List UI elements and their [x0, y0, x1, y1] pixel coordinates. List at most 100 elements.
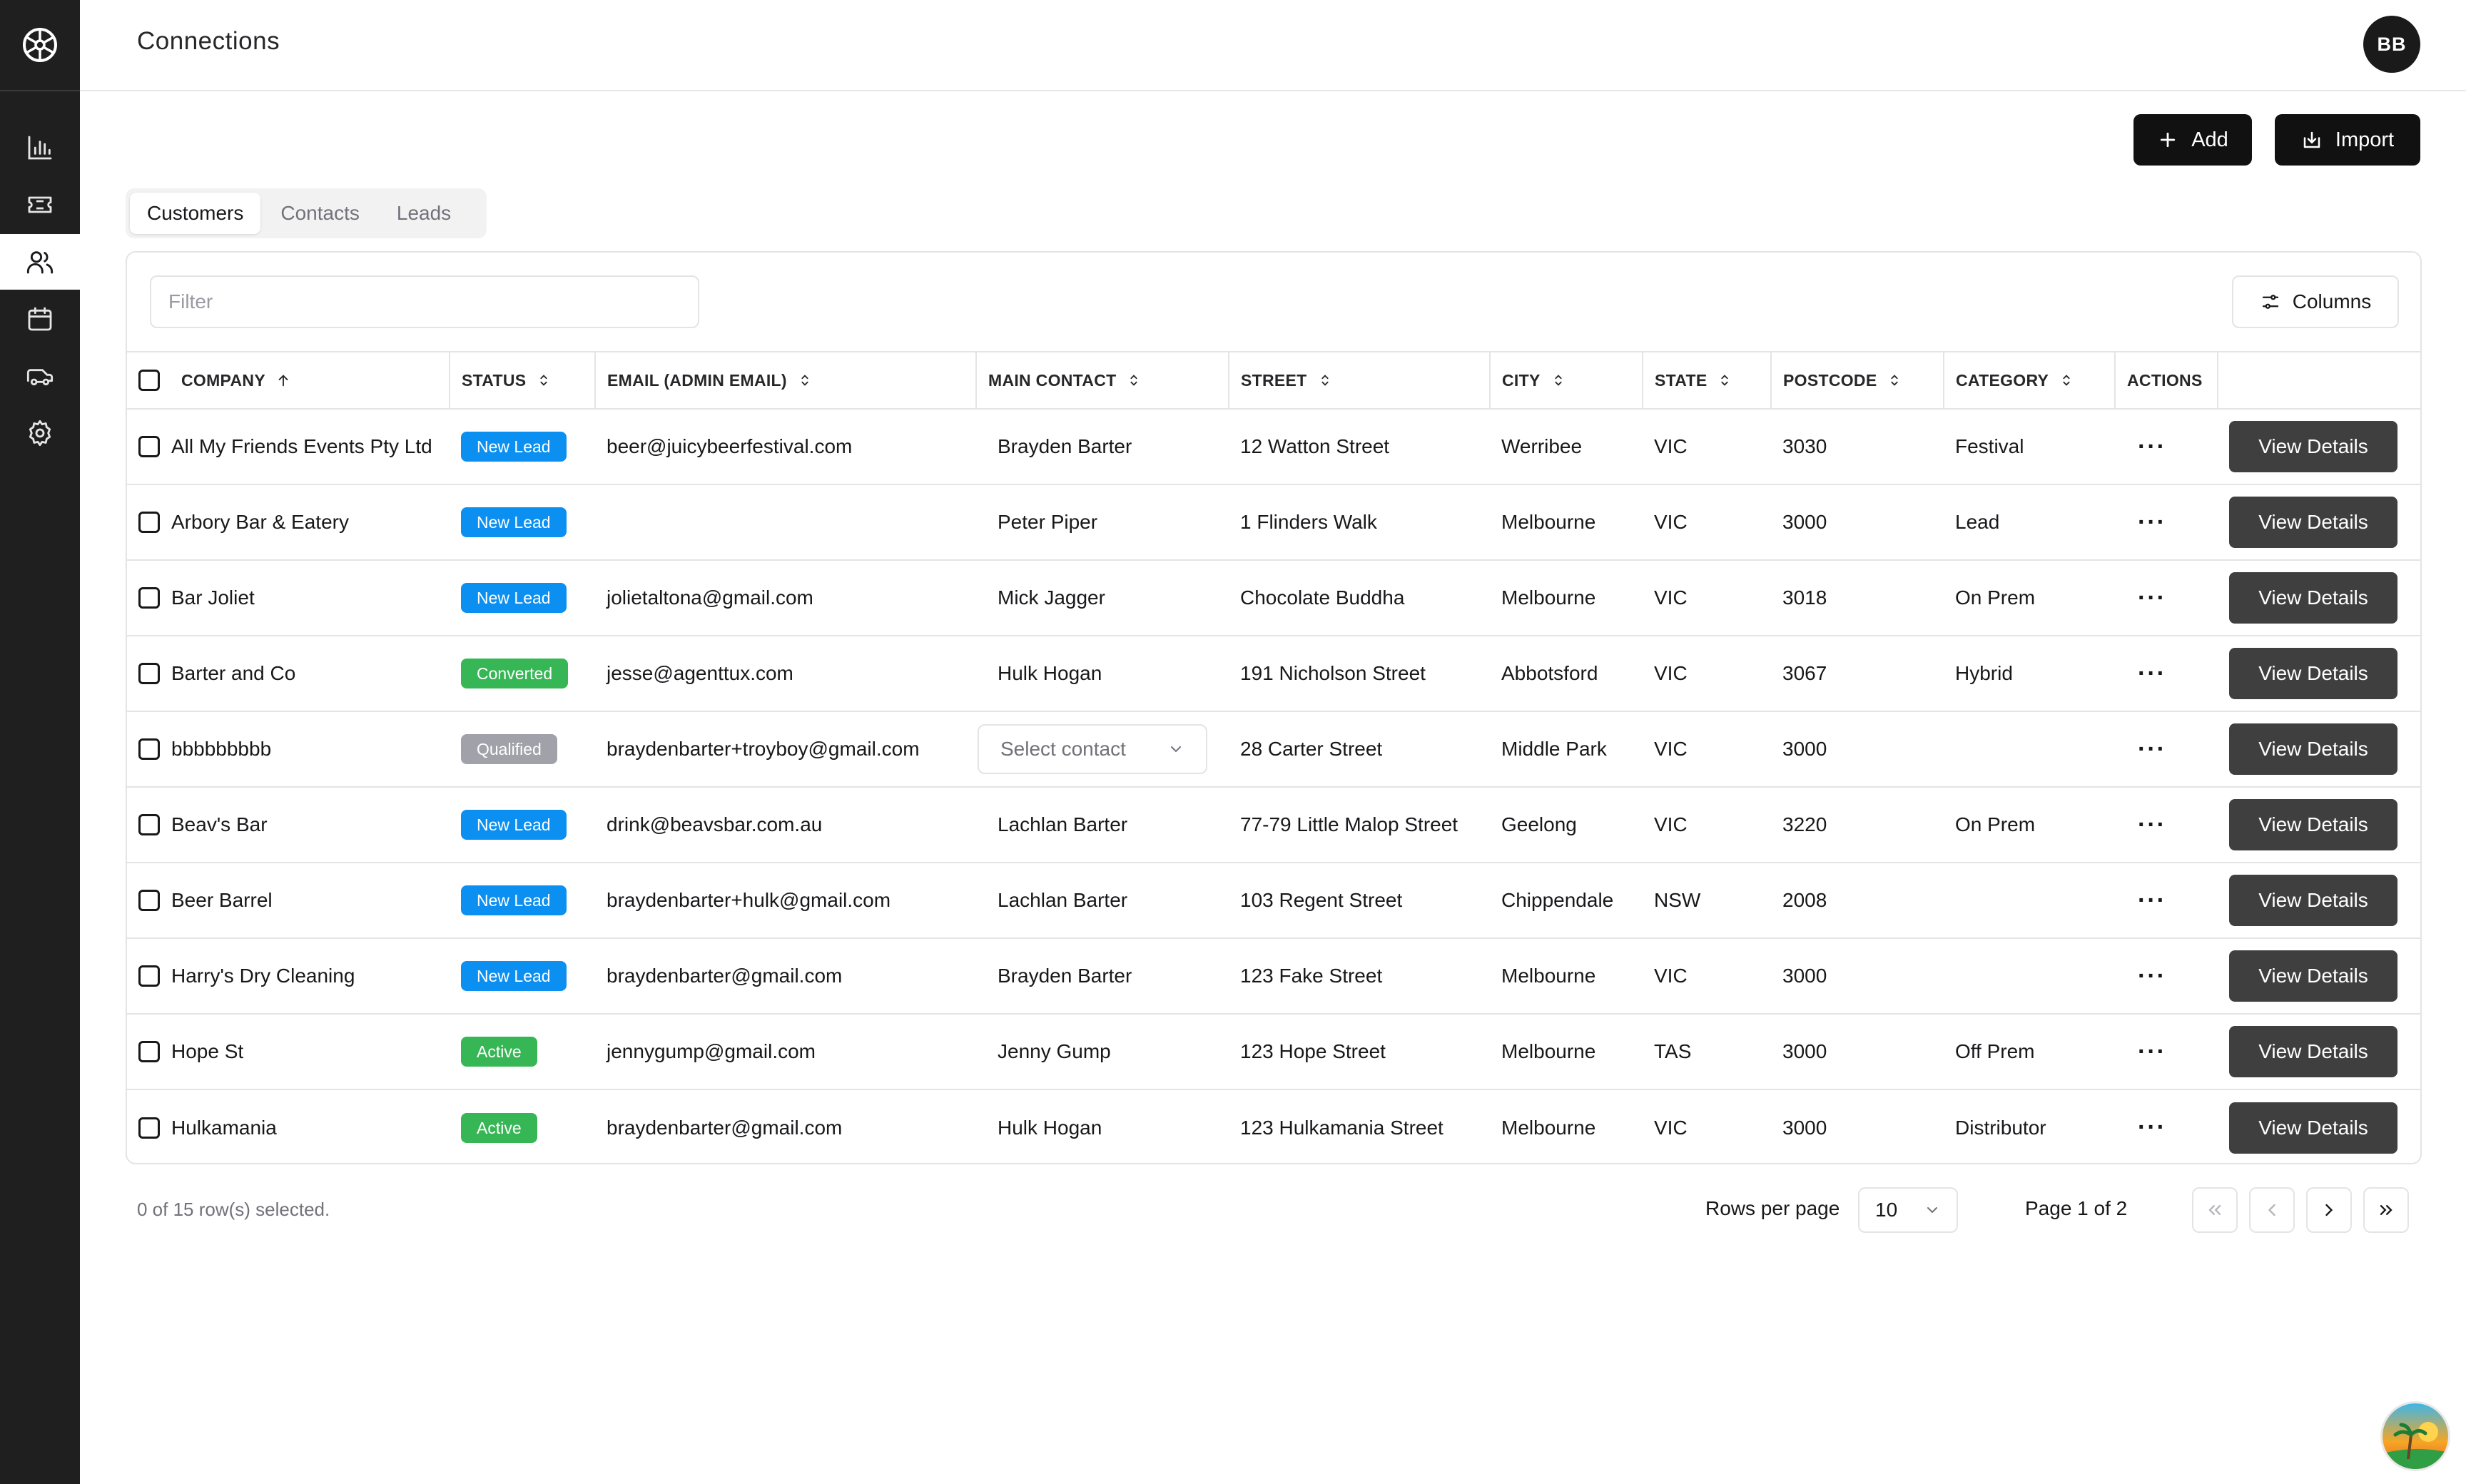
more-actions-icon[interactable]: ···	[2126, 509, 2166, 536]
view-details-button[interactable]: View Details	[2229, 799, 2398, 850]
view-details-button[interactable]: View Details	[2229, 421, 2398, 472]
select-contact-dropdown[interactable]: Select contact	[978, 724, 1207, 774]
category-cell: Lead	[1944, 484, 2115, 561]
more-actions-icon[interactable]: ···	[2126, 736, 2166, 763]
row-checkbox[interactable]	[138, 512, 160, 533]
sidebar-item-connections[interactable]	[0, 234, 80, 290]
row-checkbox[interactable]	[138, 436, 160, 457]
first-page-button[interactable]	[2192, 1187, 2238, 1233]
category-cell: On Prem	[1944, 787, 2115, 863]
more-actions-icon[interactable]: ···	[2126, 1114, 2166, 1141]
category-text: Hybrid	[1955, 662, 2013, 684]
table-row[interactable]: Arbory Bar & Eatery New Lead Peter Piper…	[127, 484, 2420, 561]
view-details-button[interactable]: View Details	[2229, 1026, 2398, 1077]
column-header-city[interactable]: CITY	[1490, 351, 1643, 410]
table-row[interactable]: Beer Barrel New Lead braydenbarter+hulk@…	[127, 863, 2420, 939]
column-header-main-contact[interactable]: MAIN CONTACT	[976, 351, 1229, 410]
row-checkbox[interactable]	[138, 1117, 160, 1139]
row-checkbox[interactable]	[138, 965, 160, 987]
street-cell: Chocolate Buddha	[1229, 560, 1490, 636]
column-header-street[interactable]: STREET	[1229, 351, 1491, 410]
next-page-button[interactable]	[2306, 1187, 2352, 1233]
table-row[interactable]: bbbbbbbbb Qualified braydenbarter+troybo…	[127, 711, 2420, 788]
table-row[interactable]: Hope St Active jennygump@gmail.com Jenny…	[127, 1014, 2420, 1090]
row-checkbox[interactable]	[138, 738, 160, 760]
company-cell: Harry's Dry Cleaning	[127, 938, 450, 1015]
view-details-button[interactable]: View Details	[2229, 875, 2398, 926]
view-details-button[interactable]: View Details	[2229, 648, 2398, 699]
row-checkbox[interactable]	[138, 663, 160, 684]
logo[interactable]	[0, 0, 80, 91]
city-text: Abbotsford	[1501, 662, 1598, 684]
row-checkbox[interactable]	[138, 587, 160, 609]
tab-contacts[interactable]: Contacts	[263, 193, 377, 234]
sidebar-item-delivery[interactable]	[0, 348, 80, 404]
main-contact-cell: Hulk Hogan	[976, 1089, 1229, 1163]
import-button[interactable]: Import	[2275, 114, 2420, 166]
tab-leads[interactable]: Leads	[380, 193, 468, 234]
table-row[interactable]: Barter and Co Converted jesse@agenttux.c…	[127, 636, 2420, 712]
more-actions-icon[interactable]: ···	[2126, 887, 2166, 914]
company-name: Bar Joliet	[171, 586, 255, 609]
add-button[interactable]: Add	[2133, 114, 2252, 166]
actions-cell: ···	[2115, 1089, 2218, 1163]
more-actions-icon[interactable]: ···	[2126, 962, 2166, 990]
avatar[interactable]: BB	[2363, 16, 2420, 73]
column-header-company[interactable]: COMPANY	[127, 351, 450, 410]
view-details-button[interactable]: View Details	[2229, 497, 2398, 548]
previous-page-button[interactable]	[2249, 1187, 2295, 1233]
column-header-email[interactable]: EMAIL (ADMIN EMAIL)	[595, 351, 977, 410]
street-cell: 123 Fake Street	[1229, 938, 1490, 1015]
company-name: Beer Barrel	[171, 889, 273, 911]
table-row[interactable]: Hulkamania Active braydenbarter@gmail.co…	[127, 1089, 2420, 1163]
assistant-launcher[interactable]	[2380, 1401, 2450, 1471]
column-header-status[interactable]: STATUS	[450, 351, 596, 410]
postcode-cell: 3000	[1771, 1014, 1944, 1090]
table-row[interactable]: Bar Joliet New Lead jolietaltona@gmail.c…	[127, 560, 2420, 636]
state-cell: VIC	[1643, 560, 1771, 636]
view-details-button[interactable]: View Details	[2229, 950, 2398, 1002]
more-actions-icon[interactable]: ···	[2126, 584, 2166, 611]
more-actions-icon[interactable]: ···	[2126, 433, 2166, 460]
more-actions-icon[interactable]: ···	[2126, 1038, 2166, 1065]
row-checkbox[interactable]	[138, 814, 160, 835]
view-details-button[interactable]: View Details	[2229, 723, 2398, 775]
more-actions-icon[interactable]: ···	[2126, 660, 2166, 687]
sidebar-item-tickets[interactable]	[0, 177, 80, 233]
table-row[interactable]: All My Friends Events Pty Ltd New Lead b…	[127, 409, 2420, 485]
sidebar-item-settings[interactable]	[0, 405, 80, 461]
sort-icon	[801, 375, 808, 386]
rows-per-page-select[interactable]: 10	[1858, 1187, 1958, 1233]
view-cell: View Details	[2218, 938, 2420, 1015]
main-contact-cell: Brayden Barter	[976, 409, 1229, 485]
tab-customers[interactable]: Customers	[130, 193, 261, 234]
email-text: jolietaltona@gmail.com	[607, 586, 813, 609]
view-details-button[interactable]: View Details	[2229, 572, 2398, 624]
street-cell: 123 Hope Street	[1229, 1014, 1490, 1090]
last-page-button[interactable]	[2363, 1187, 2409, 1233]
city-cell: Melbourne	[1490, 938, 1643, 1015]
sidebar-item-analytics[interactable]	[0, 120, 80, 176]
state-text: VIC	[1654, 586, 1688, 609]
more-actions-icon[interactable]: ···	[2126, 811, 2166, 838]
email-cell: braydenbarter+hulk@gmail.com	[595, 863, 976, 939]
company-cell: Arbory Bar & Eatery	[127, 484, 450, 561]
column-header-postcode[interactable]: POSTCODE	[1771, 351, 1944, 410]
table-row[interactable]: Harry's Dry Cleaning New Lead braydenbar…	[127, 938, 2420, 1015]
select-all-checkbox[interactable]	[138, 370, 160, 391]
table-row[interactable]: Beav's Bar New Lead drink@beavsbar.com.a…	[127, 787, 2420, 863]
view-details-button[interactable]: View Details	[2229, 1102, 2398, 1154]
row-checkbox[interactable]	[138, 890, 160, 911]
email-cell	[595, 484, 976, 561]
calendar-icon	[28, 307, 52, 331]
sidebar-item-calendar[interactable]	[0, 291, 80, 347]
column-header-state[interactable]: STATE	[1643, 351, 1772, 410]
row-checkbox[interactable]	[138, 1041, 160, 1062]
filter-input[interactable]	[150, 275, 699, 328]
status-badge: New Lead	[461, 583, 567, 613]
columns-button[interactable]: Columns	[2232, 275, 2399, 328]
sort-icon	[1321, 375, 1329, 386]
city-text: Melbourne	[1501, 965, 1596, 987]
state-text: TAS	[1654, 1040, 1692, 1062]
column-header-category[interactable]: CATEGORY	[1944, 351, 2116, 410]
